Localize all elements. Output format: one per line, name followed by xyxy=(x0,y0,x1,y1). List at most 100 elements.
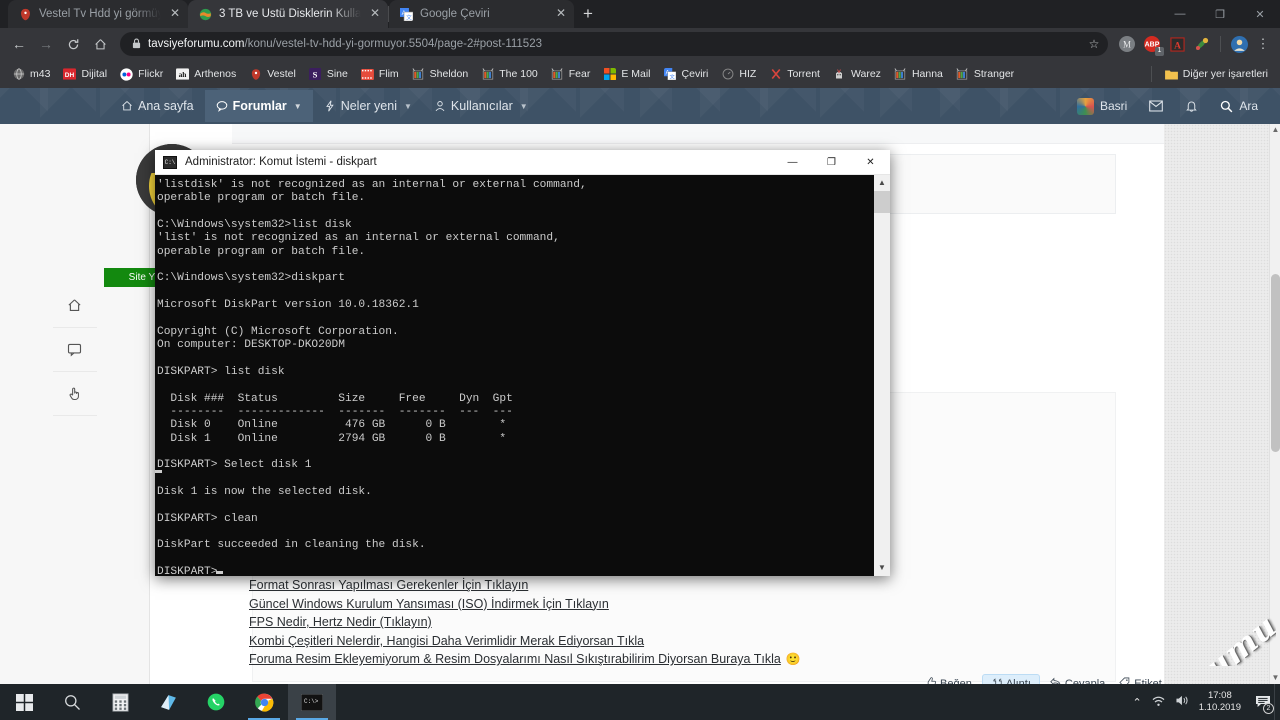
bookmark--eviri[interactable]: A文 Çeviri xyxy=(658,65,715,84)
nav-item-label: Ana sayfa xyxy=(138,99,194,113)
bookmark-flickr[interactable]: Flickr xyxy=(114,65,169,84)
cmd-scroll-up-icon[interactable]: ▲ xyxy=(874,175,890,191)
browser-tab-0[interactable]: Vestel Tv Hdd yi görmüyor | Sayfa 2 ✕ xyxy=(8,0,188,28)
rail-home-icon[interactable] xyxy=(52,284,97,328)
post-link-1[interactable]: Güncel Windows Kurulum Yansıması (ISO) İ… xyxy=(249,597,609,611)
bookmark-hiz[interactable]: HIZ xyxy=(715,65,762,84)
bookmark-sheldon[interactable]: Sheldon xyxy=(406,65,475,84)
svg-text:S: S xyxy=(313,69,318,79)
bookmark-hanna[interactable]: Hanna xyxy=(888,65,949,84)
minimize-button[interactable]: — xyxy=(1160,0,1200,28)
page-scrollbar[interactable]: ▲ ▼ xyxy=(1269,124,1280,684)
bookmark-arthenos[interactable]: ah Arthenos xyxy=(170,65,242,84)
post-link-3[interactable]: Kombi Çeşitleri Nelerdir, Hangisi Daha V… xyxy=(249,634,644,648)
whatsapp-icon xyxy=(207,693,225,711)
cmd-scrollbar-thumb[interactable] xyxy=(874,191,890,213)
adblock-plus-extension-button[interactable]: ABP 1 xyxy=(1141,33,1164,56)
close-button[interactable]: ✕ xyxy=(1240,0,1280,28)
search-button[interactable] xyxy=(48,684,96,720)
adobe-acrobat-extension-button[interactable]: A xyxy=(1166,33,1188,55)
scroll-down-icon[interactable]: ▼ xyxy=(1270,672,1280,684)
cmd-close-button[interactable]: ✕ xyxy=(851,150,890,175)
profile-avatar[interactable] xyxy=(1228,33,1250,55)
colorzilla-extension-button[interactable] xyxy=(1191,33,1213,55)
bookmark-flim[interactable]: Flim xyxy=(355,65,405,84)
bookmark-the-100[interactable]: The 100 xyxy=(475,65,544,84)
cmd-scrollbar[interactable]: ▲ ▼ xyxy=(874,175,890,576)
chrome-button[interactable] xyxy=(240,684,288,720)
maximize-button[interactable]: ❐ xyxy=(1200,0,1240,28)
calculator-button[interactable] xyxy=(96,684,144,720)
forum-user-menu[interactable]: Basri xyxy=(1067,90,1137,123)
forum-search-button[interactable]: Ara xyxy=(1210,91,1268,121)
cmd-taskbar-button[interactable]: C:\> xyxy=(288,684,336,720)
cmd-minimize-button[interactable]: — xyxy=(773,150,812,175)
cmd-maximize-button[interactable]: ❐ xyxy=(812,150,851,175)
bookmark-stranger[interactable]: Stranger xyxy=(950,65,1020,84)
nav-item-kullanicilar[interactable]: Kullanıcılar ▼ xyxy=(423,90,539,122)
minimize-icon: — xyxy=(1174,8,1186,20)
close-icon[interactable]: ✕ xyxy=(368,7,382,21)
taskbar-clock[interactable]: 17:08 1.10.2019 xyxy=(1199,690,1241,714)
rail-comment-icon[interactable] xyxy=(52,328,97,372)
bookmark-fear[interactable]: Fear xyxy=(545,65,597,84)
action-center-button[interactable]: 2 xyxy=(1250,684,1276,720)
cmd-window-controls: — ❐ ✕ xyxy=(773,150,890,175)
post-link-4[interactable]: Foruma Resim Ekleyemiyorum & Resim Dosya… xyxy=(249,652,781,666)
chevron-down-icon[interactable]: ▼ xyxy=(404,102,412,111)
mega-extension-button[interactable]: M xyxy=(1116,33,1138,55)
chevron-down-icon[interactable]: ▼ xyxy=(520,102,528,111)
inbox-button[interactable] xyxy=(1139,92,1173,120)
bookmark-dijital[interactable]: DH Dijital xyxy=(57,65,113,84)
nav-item-neler-yeni[interactable]: Neler yeni ▼ xyxy=(313,90,423,122)
wifi-icon[interactable] xyxy=(1151,695,1166,710)
forward-button[interactable]: → xyxy=(33,31,59,57)
show-desktop-button[interactable] xyxy=(1274,684,1280,720)
bookmark-sine[interactable]: S Sine xyxy=(303,65,354,84)
cmd-output-area[interactable]: 'listdisk' is not recognized as an inter… xyxy=(155,175,890,576)
bookmark-e-mail[interactable]: E Mail xyxy=(597,65,656,84)
close-icon[interactable]: ✕ xyxy=(554,7,568,21)
console-icon: C:\> xyxy=(301,693,323,711)
microsoft-icon xyxy=(603,68,616,81)
page-scrollbar-thumb[interactable] xyxy=(1271,274,1280,452)
cmd-title-bar[interactable]: C:\ Administrator: Komut İstemi - diskpa… xyxy=(155,150,890,175)
start-button[interactable] xyxy=(0,684,48,720)
nav-item-ana-sayfa[interactable]: Ana sayfa xyxy=(110,90,205,122)
speaker-icon[interactable] xyxy=(1175,694,1190,710)
bookmark-warez[interactable]: Warez xyxy=(827,65,887,84)
other-bookmarks-button[interactable]: Diğer yer işaretleri xyxy=(1159,65,1274,84)
post-link-0[interactable]: Format Sonrası Yapılması Gerekenler İçin… xyxy=(249,578,528,592)
close-icon: ✕ xyxy=(866,156,875,168)
close-icon[interactable]: ✕ xyxy=(168,7,182,21)
cmd-scroll-down-icon[interactable]: ▼ xyxy=(874,560,890,576)
store-button[interactable] xyxy=(144,684,192,720)
scroll-up-icon[interactable]: ▲ xyxy=(1270,124,1280,136)
url-domain: tavsiyeforumu.com xyxy=(148,38,245,50)
home-icon xyxy=(122,101,132,111)
notifications-button[interactable] xyxy=(1175,91,1208,121)
tray-chevron-icon[interactable]: ⌃ xyxy=(1133,696,1142,709)
cmd-output-text: 'listdisk' is not recognized as an inter… xyxy=(157,179,587,576)
bookmark-torrent[interactable]: Torrent xyxy=(763,65,826,84)
google-translate-icon: A文 xyxy=(664,68,677,81)
address-bar[interactable]: tavsiyeforumu.com/konu/vestel-tv-hdd-yi-… xyxy=(120,32,1108,56)
whatsapp-button[interactable] xyxy=(192,684,240,720)
back-button[interactable]: ← xyxy=(6,31,32,57)
nav-item-forumlar[interactable]: Forumlar ▼ xyxy=(204,90,313,122)
chrome-menu-button[interactable]: ⋮ xyxy=(1252,36,1274,52)
vestel-icon xyxy=(18,7,32,21)
post-link-2[interactable]: FPS Nedir, Hertz Nedir (Tıklayın) xyxy=(249,615,432,629)
command-prompt-window[interactable]: C:\ Administrator: Komut İstemi - diskpa… xyxy=(155,150,890,576)
rail-hand-pointer-icon[interactable] xyxy=(52,372,97,416)
star-icon[interactable]: ☆ xyxy=(1084,34,1104,54)
bookmark-vestel[interactable]: Vestel xyxy=(243,65,302,84)
browser-tab-1[interactable]: 3 TB ve Üstü Disklerin Kullanımı ve ✕ xyxy=(188,0,388,28)
chevron-down-icon[interactable]: ▼ xyxy=(294,102,302,111)
new-tab-button[interactable]: + xyxy=(574,0,602,28)
reload-button[interactable] xyxy=(60,31,86,57)
home-button[interactable] xyxy=(87,31,113,57)
browser-tab-2[interactable]: A文 Google Çeviri ✕ xyxy=(389,0,574,28)
bookmark-m43[interactable]: m43 xyxy=(6,65,56,84)
bookmark-label: Hanna xyxy=(911,68,943,80)
